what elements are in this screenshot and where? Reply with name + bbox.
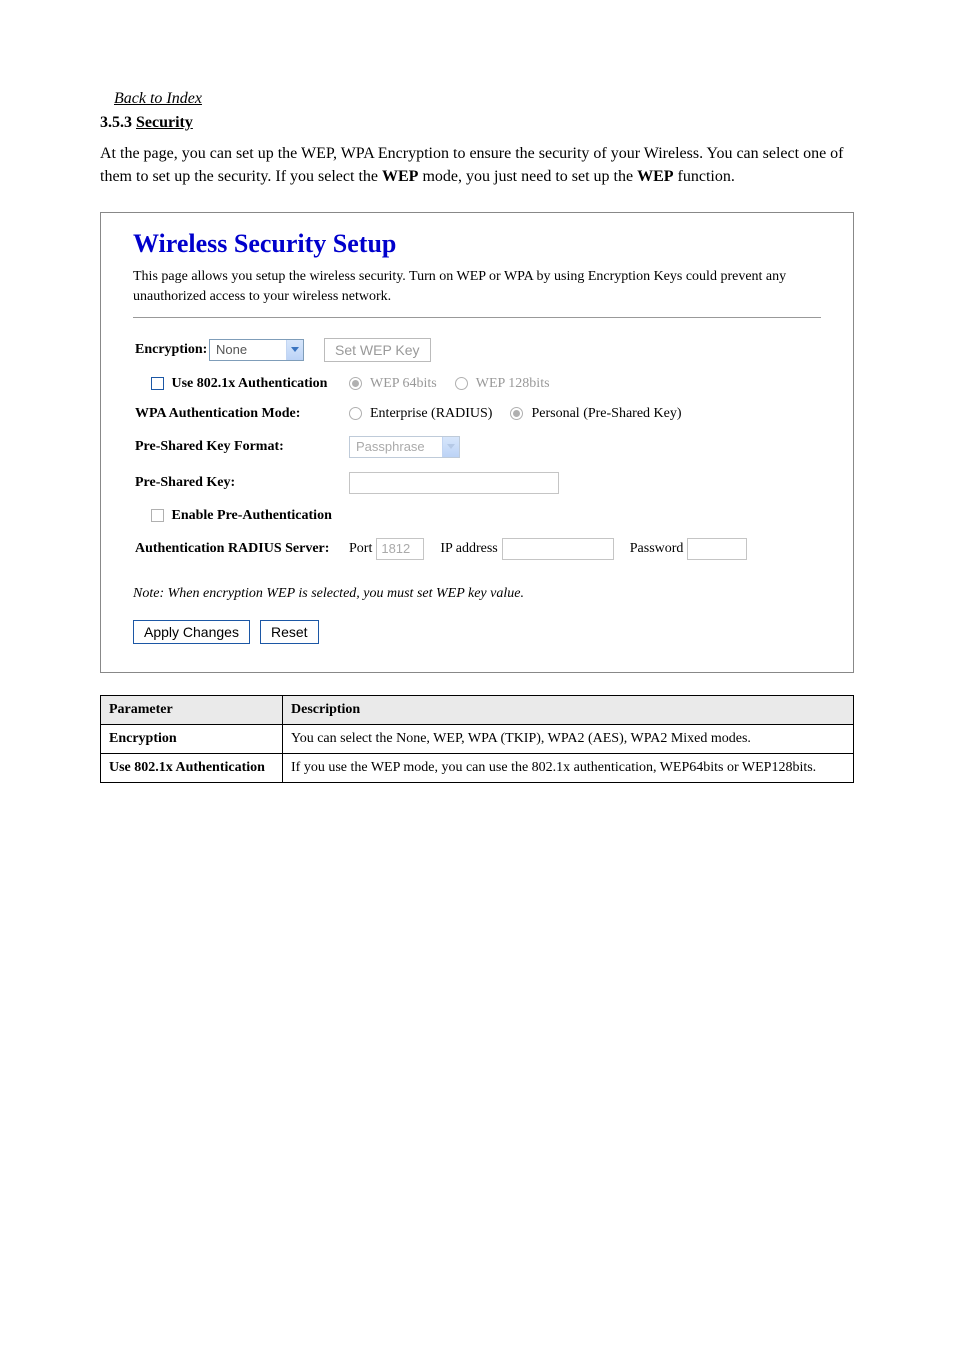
section-title: Security xyxy=(136,114,193,131)
wep-note: Note: When encryption WEP is selected, y… xyxy=(133,586,821,602)
psk-input xyxy=(349,472,559,494)
personal-label: Personal (Pre-Shared Key) xyxy=(531,406,681,422)
table-header-row: Parameter Description xyxy=(101,695,854,724)
chevron-down-icon xyxy=(286,340,303,360)
set-wep-key-button[interactable]: Set WEP Key xyxy=(324,338,431,362)
psk-label: Pre-Shared Key: xyxy=(133,475,349,491)
table-row: Use 802.1x Authentication If you use the… xyxy=(101,753,854,782)
th-description: Description xyxy=(283,695,854,724)
use-8021x-checkbox[interactable] xyxy=(151,377,164,390)
radius-ip-input xyxy=(502,538,614,560)
preauth-checkbox xyxy=(151,509,164,522)
enterprise-radio xyxy=(349,407,362,420)
ip-label: IP address xyxy=(440,541,497,557)
section-heading: 3.5.3 Security xyxy=(100,114,854,132)
psk-format-label: Pre-Shared Key Format: xyxy=(133,439,349,455)
enterprise-label: Enterprise (RADIUS) xyxy=(370,406,492,422)
preauth-label: Enable Pre-Authentication xyxy=(172,508,332,523)
cell-desc: If you use the WEP mode, you can use the… xyxy=(283,753,854,782)
panel-title: Wireless Security Setup xyxy=(133,229,821,259)
wep128-label: WEP 128bits xyxy=(476,376,550,392)
reset-button[interactable]: Reset xyxy=(260,620,319,644)
wpa-mode-label: WPA Authentication Mode: xyxy=(133,406,349,422)
wep64-label: WEP 64bits xyxy=(370,376,437,392)
port-label: Port xyxy=(349,541,372,557)
radius-label: Authentication RADIUS Server: xyxy=(133,541,349,557)
cell-desc: You can select the None, WEP, WPA (TKIP)… xyxy=(283,724,854,753)
desc-bold: WEP xyxy=(382,168,418,185)
security-panel: Wireless Security Setup This page allows… xyxy=(100,212,854,672)
apply-changes-button[interactable]: Apply Changes xyxy=(133,620,250,644)
radius-port-input xyxy=(376,538,424,560)
th-parameter: Parameter xyxy=(101,695,283,724)
preauth-row: Enable Pre-Authentication xyxy=(133,508,349,524)
pwd-label: Password xyxy=(630,541,684,557)
chevron-down-icon xyxy=(442,437,459,457)
radius-password-input xyxy=(687,538,747,560)
cell-param: Use 802.1x Authentication xyxy=(101,753,283,782)
wep64-radio xyxy=(349,377,362,390)
use-8021x-label: Use 802.1x Authentication xyxy=(172,376,328,391)
table-row: Encryption You can select the None, WEP,… xyxy=(101,724,854,753)
desc-bold: WEP xyxy=(637,168,673,185)
section-number: 3.5.3 xyxy=(100,114,132,131)
encryption-value: None xyxy=(210,342,286,357)
panel-intro: This page allows you setup the wireless … xyxy=(133,267,821,306)
personal-radio xyxy=(510,407,523,420)
wep128-radio xyxy=(455,377,468,390)
cell-param: Encryption xyxy=(101,724,283,753)
use-8021x-row: Use 802.1x Authentication xyxy=(133,376,349,392)
psk-format-value: Passphrase xyxy=(350,439,442,454)
parameter-table: Parameter Description Encryption You can… xyxy=(100,695,854,783)
encryption-select[interactable]: None xyxy=(209,339,304,361)
desc-part: function. xyxy=(674,168,735,185)
back-to-index-link[interactable]: Back to Index xyxy=(114,90,854,108)
divider xyxy=(133,317,821,318)
section-description: At the page, you can set up the WEP, WPA… xyxy=(100,142,854,188)
desc-part: mode, you just need to set up the xyxy=(418,168,637,185)
psk-format-select: Passphrase xyxy=(349,436,460,458)
